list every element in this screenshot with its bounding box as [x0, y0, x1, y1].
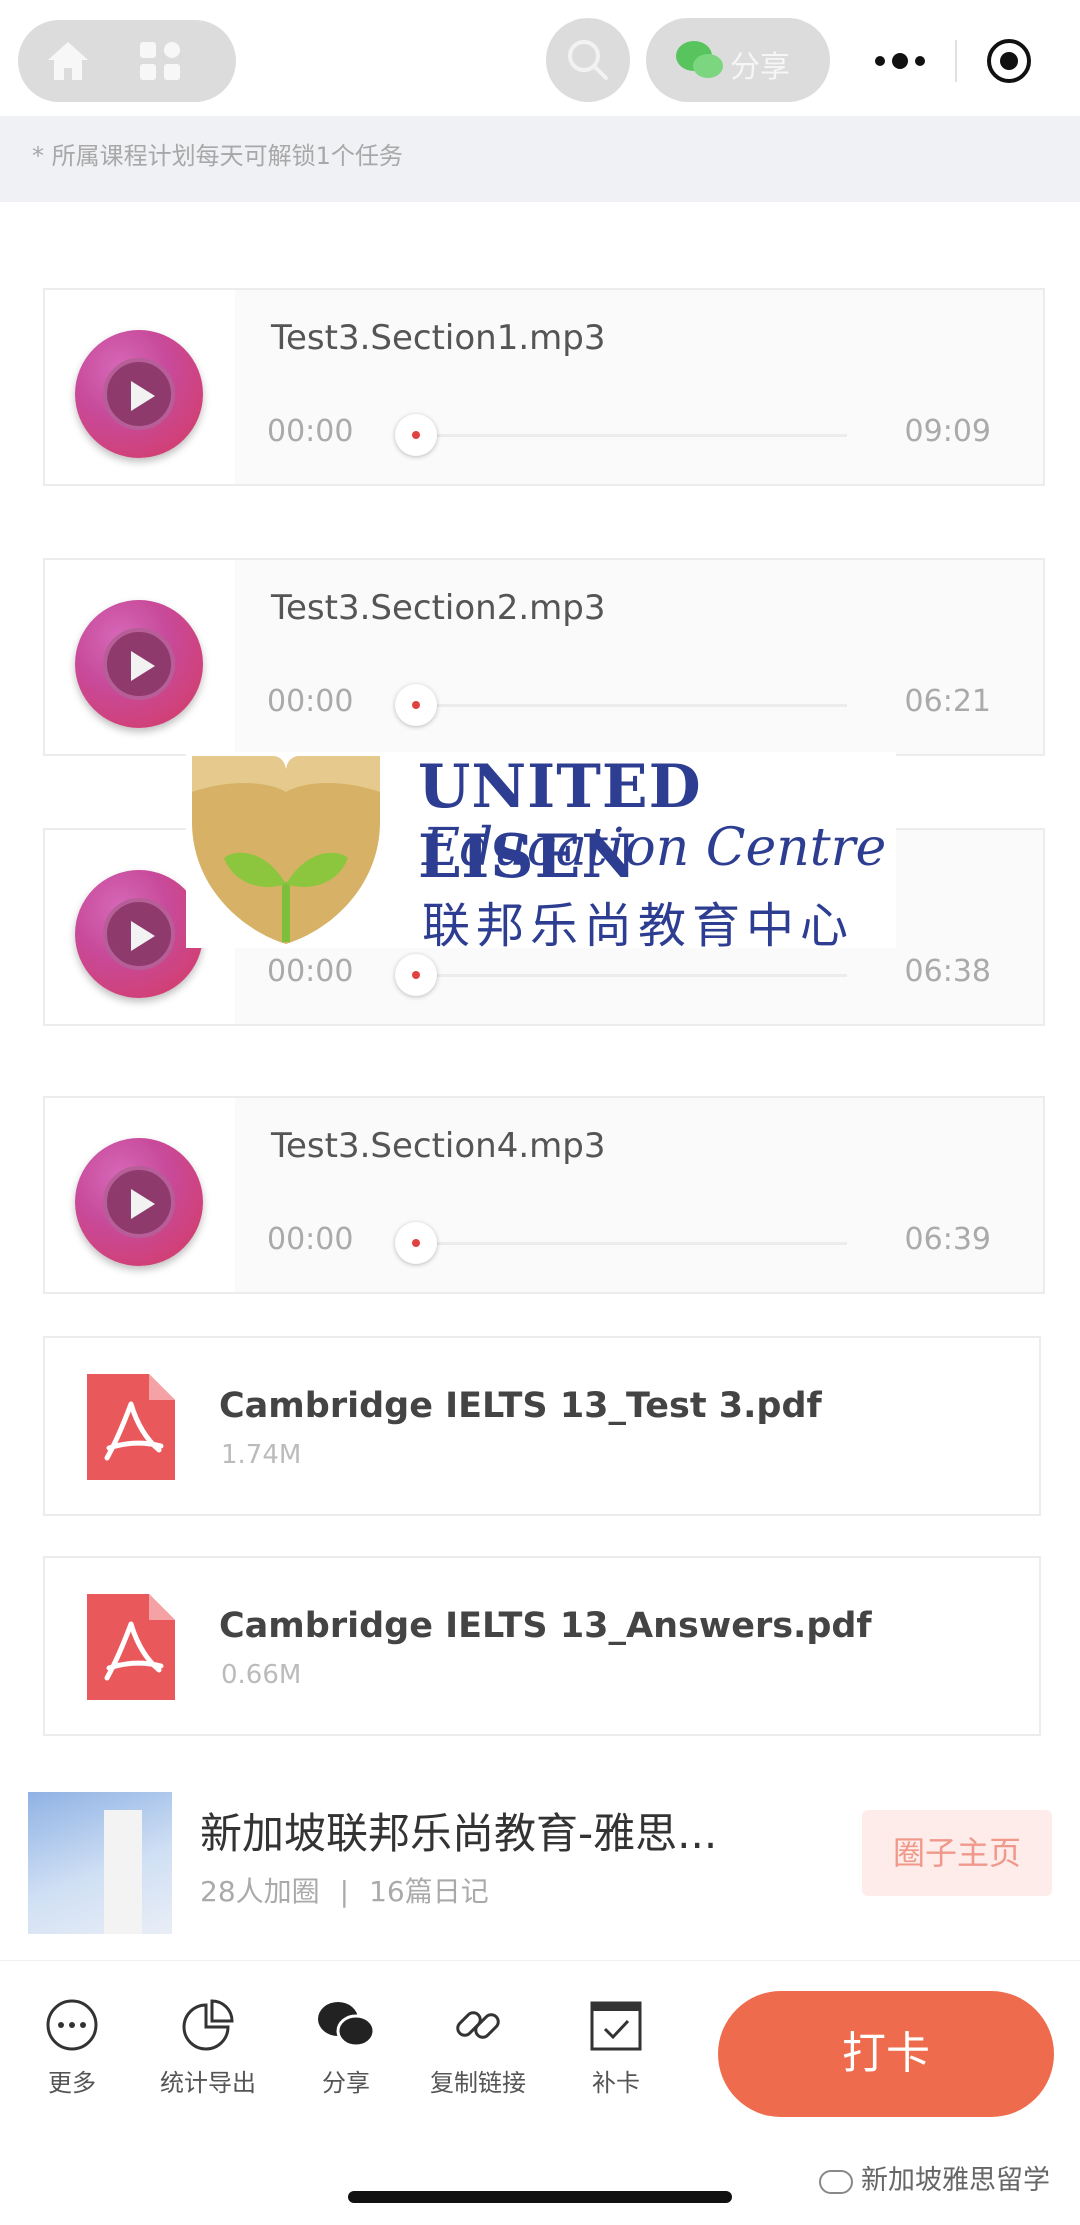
disc-center [103, 898, 175, 970]
shield-sprout-icon [192, 756, 380, 944]
wechat-watermark: 新加坡雅思留学 [819, 2158, 1050, 2197]
makeup-checkin-button[interactable]: 补卡 [556, 1997, 676, 2098]
meta-separator: | [339, 1875, 350, 1908]
audio-file-name: Test3.Section1.mp3 [271, 318, 606, 358]
stats-export-button[interactable]: 统计导出 [148, 1997, 268, 2098]
home-icon[interactable] [44, 38, 92, 84]
pdf-file-card[interactable]: Cambridge IELTS 13_Test 3.pdf 1.74M [43, 1336, 1041, 1516]
audio-progress-knob[interactable] [395, 1222, 437, 1264]
pie-chart-icon [182, 1999, 234, 2051]
divider [955, 40, 957, 82]
audio-current-time: 00:00 [267, 1222, 354, 1257]
share-label: 分享 [730, 50, 790, 85]
logo-line-2: Education Centre [422, 818, 887, 878]
play-icon [131, 1189, 155, 1219]
audio-progress-knob[interactable] [395, 414, 437, 456]
audio-progress-knob[interactable] [395, 684, 437, 726]
play-icon [131, 651, 155, 681]
audio-duration: 06:39 [904, 1222, 991, 1257]
circle-promo: 新加坡联邦乐尚教育-雅思... 28人加圈 | 16篇日记 圈子主页 [0, 1760, 1080, 1960]
disc-center [103, 358, 175, 430]
pdf-icon [87, 1594, 175, 1700]
pdf-icon [87, 1374, 175, 1480]
pdf-file-size: 0.66M [221, 1660, 302, 1690]
more-dots-icon[interactable] [872, 44, 928, 78]
play-button[interactable] [75, 600, 203, 728]
search-icon [568, 40, 608, 80]
calendar-check-icon [590, 2001, 642, 2051]
audio-progress-track[interactable] [415, 434, 847, 437]
play-icon [131, 381, 155, 411]
disc-area [45, 1098, 235, 1292]
logo-line-3: 联邦乐尚教育中心 [422, 898, 855, 954]
circle-title: 新加坡联邦乐尚教育-雅思... [200, 1809, 718, 1858]
audio-current-time: 00:00 [267, 414, 354, 449]
pdf-file-name: Cambridge IELTS 13_Test 3.pdf [219, 1386, 822, 1426]
pdf-file-name: Cambridge IELTS 13_Answers.pdf [219, 1606, 872, 1646]
makeup-label: 补卡 [592, 2069, 640, 2097]
audio-current-time: 00:00 [267, 684, 354, 719]
copy-link-label: 复制链接 [430, 2069, 526, 2097]
watermark-text: 新加坡雅思留学 [861, 2165, 1050, 2196]
play-icon [131, 921, 155, 951]
audio-current-time: 00:00 [267, 954, 354, 989]
more-button[interactable]: 更多 [12, 1997, 132, 2098]
audio-duration: 06:21 [904, 684, 991, 719]
audio-card: Test3.Section1.mp3 00:00 09:09 [43, 288, 1045, 486]
audio-card: Test3.Section2.mp3 00:00 06:21 [43, 558, 1045, 756]
circle-members: 28人加圈 [200, 1875, 320, 1908]
audio-file-name: Test3.Section4.mp3 [271, 1126, 606, 1166]
pdf-file-size: 1.74M [221, 1440, 302, 1470]
disc-area [45, 560, 235, 754]
audio-file-name: Test3.Section2.mp3 [271, 588, 606, 628]
wechat-icon [318, 2002, 376, 2048]
home-indicator[interactable] [348, 2191, 732, 2203]
close-target-icon[interactable] [984, 36, 1034, 86]
audio-progress-track[interactable] [415, 974, 847, 977]
copy-link-button[interactable]: 复制链接 [418, 1997, 538, 2098]
circle-thumbnail [28, 1792, 172, 1934]
audio-duration: 09:09 [904, 414, 991, 449]
share-button[interactable]: 分享 [646, 18, 830, 102]
nav-pill [18, 20, 236, 102]
circle-home-button[interactable]: 圈子主页 [862, 1810, 1052, 1896]
disc-area [45, 290, 235, 484]
play-button[interactable] [75, 870, 203, 998]
audio-progress-track[interactable] [415, 1242, 847, 1245]
circle-meta: 28人加圈 | 16篇日记 [200, 1870, 489, 1910]
notice-text: * 所属课程计划每天可解锁1个任务 [32, 142, 403, 170]
play-button[interactable] [75, 1138, 203, 1266]
wechat-icon [676, 41, 723, 78]
pdf-file-card[interactable]: Cambridge IELTS 13_Answers.pdf 0.66M [43, 1556, 1041, 1736]
united-lisen-logo: UNITED LISEN Education Centre 联邦乐尚教育中心 [186, 752, 896, 954]
link-icon [456, 2011, 500, 2039]
search-button[interactable] [546, 18, 630, 102]
audio-card: Test3.Section4.mp3 00:00 06:39 [43, 1096, 1045, 1294]
notice-bar: * 所属课程计划每天可解锁1个任务 [0, 116, 1080, 202]
more-circle-icon [46, 1999, 98, 2051]
share-toolbar-label: 分享 [322, 2069, 370, 2097]
play-button[interactable] [75, 330, 203, 458]
checkin-button[interactable]: 打卡 [718, 1991, 1054, 2117]
more-label: 更多 [48, 2069, 96, 2097]
wechat-bubble-icon [819, 2169, 853, 2194]
disc-center [103, 1166, 175, 1238]
disc-center [103, 628, 175, 700]
share-toolbar-button[interactable]: 分享 [286, 1997, 406, 2098]
stats-export-label: 统计导出 [160, 2069, 256, 2097]
top-bar: 分享 [0, 0, 1080, 116]
circle-diaries: 16篇日记 [369, 1875, 489, 1908]
grid-icon[interactable] [136, 38, 184, 84]
audio-duration: 06:38 [904, 954, 991, 989]
audio-progress-knob[interactable] [395, 954, 437, 996]
audio-progress-track[interactable] [415, 704, 847, 707]
